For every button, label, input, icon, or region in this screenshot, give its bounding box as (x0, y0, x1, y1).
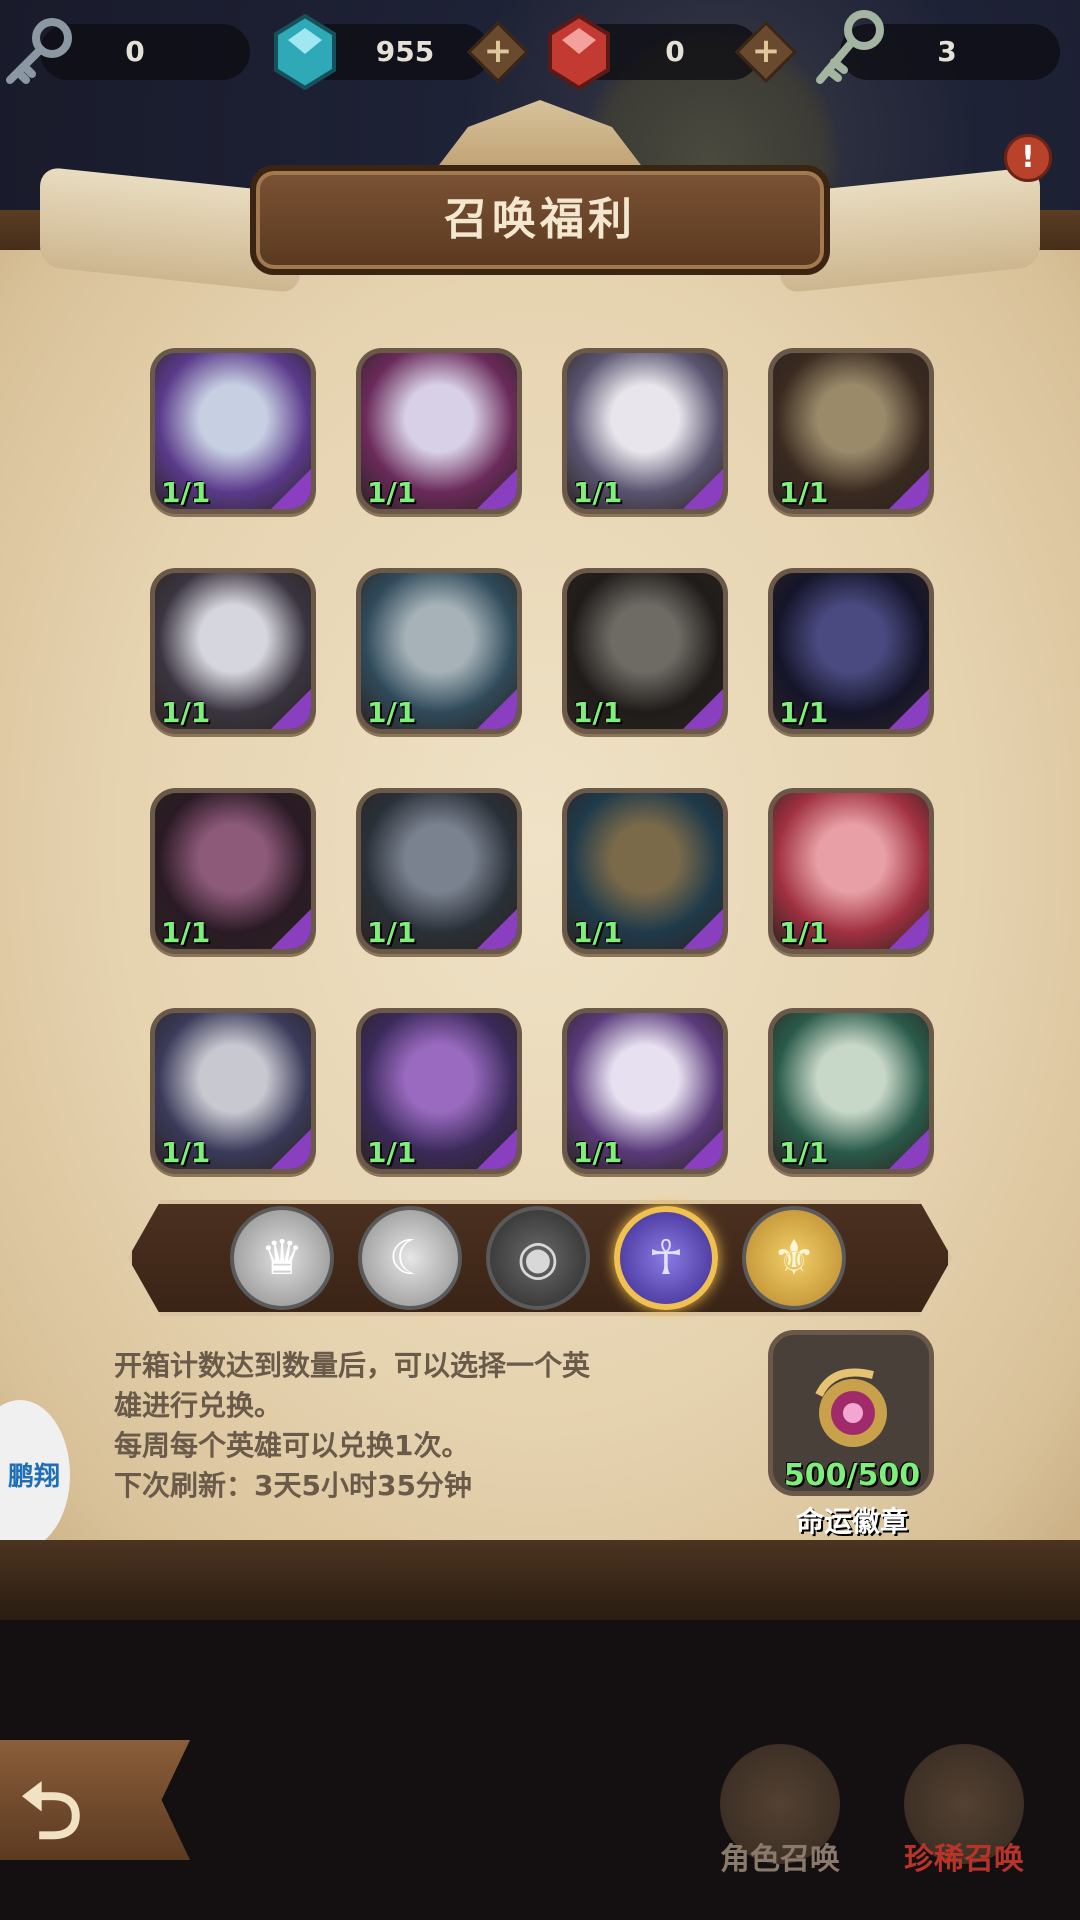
rarity-corner (683, 689, 723, 729)
character-summon-tab[interactable]: 角色召唤 (680, 1834, 880, 1878)
rarity-corner (889, 469, 929, 509)
hero-card[interactable]: 1/1 (768, 348, 934, 514)
ghost-flame-faction-icon[interactable]: ☥ (614, 1206, 718, 1310)
page-title: 召唤福利 (444, 194, 636, 245)
rarity-corner (477, 1129, 517, 1169)
hero-card[interactable]: 1/1 (562, 1008, 728, 1174)
hero-card[interactable]: 1/1 (150, 788, 316, 954)
hero-card[interactable]: 1/1 (150, 568, 316, 734)
back-button[interactable]: ⮌ (0, 1740, 190, 1860)
hero-exchange-count: 1/1 (367, 916, 417, 949)
fate-badge-label: 命运徽章 (795, 1505, 908, 1538)
crown-faction-icon[interactable]: ♛ (230, 1206, 334, 1310)
hero-exchange-count: 1/1 (367, 476, 417, 509)
eye-faction-icon[interactable]: ◉ (486, 1206, 590, 1310)
rarity-corner (889, 1129, 929, 1169)
hero-exchange-count: 1/1 (779, 1136, 829, 1169)
hero-exchange-count: 1/1 (161, 916, 211, 949)
hero-exchange-count: 1/1 (779, 476, 829, 509)
rarity-corner (477, 689, 517, 729)
blue-gem-count: 955 (375, 35, 435, 68)
ornate-key-icon (808, 6, 892, 100)
hero-exchange-count: 1/1 (367, 696, 417, 729)
rarity-corner (477, 469, 517, 509)
hero-card[interactable]: 1/1 (356, 348, 522, 514)
alert-icon[interactable]: ! (1004, 134, 1052, 182)
hero-card[interactable]: 1/1 (768, 568, 934, 734)
hero-exchange-count: 1/1 (367, 1136, 417, 1169)
rarity-corner (477, 909, 517, 949)
watermark-logo-text: 鹏翔 (8, 1462, 61, 1492)
rarity-corner (271, 1129, 311, 1169)
hero-card[interactable]: 1/1 (356, 788, 522, 954)
hero-exchange-count: 1/1 (161, 1136, 211, 1169)
hero-card[interactable]: 1/1 (150, 348, 316, 514)
hero-exchange-count: 1/1 (161, 696, 211, 729)
plus-icon: + (483, 31, 513, 71)
red-gem-icon (546, 13, 612, 94)
hero-card[interactable]: 1/1 (562, 348, 728, 514)
rarity-corner (271, 469, 311, 509)
ornate-key-count: 3 (937, 35, 957, 68)
hero-card[interactable]: 1/1 (150, 1008, 316, 1174)
fate-badge-count: 500/500 (783, 1458, 921, 1493)
rarity-corner (683, 909, 723, 949)
hero-card[interactable]: 1/1 (562, 568, 728, 734)
info-line-2: 雄进行兑换。 (114, 1389, 283, 1422)
info-line-3: 每周每个英雄可以兑换1次。 (114, 1429, 470, 1462)
rare-summon-tab[interactable]: 珍稀召唤 (864, 1834, 1064, 1878)
moon-faction-icon[interactable]: ☾ (358, 1206, 462, 1310)
hero-card[interactable]: 1/1 (356, 568, 522, 734)
rarity-corner (683, 469, 723, 509)
hero-card[interactable]: 1/1 (768, 788, 934, 954)
plus-icon: + (751, 31, 781, 71)
hero-card[interactable]: 1/1 (356, 1008, 522, 1174)
hero-exchange-count: 1/1 (779, 696, 829, 729)
blue-gem-icon (272, 13, 338, 94)
key-count: 0 (125, 35, 145, 68)
panel-bottom-frame (0, 1540, 1080, 1620)
rarity-corner (271, 909, 311, 949)
rarity-corner (683, 1129, 723, 1169)
rarity-corner (271, 689, 311, 729)
hero-card[interactable]: 1/1 (562, 788, 728, 954)
hero-exchange-count: 1/1 (573, 916, 623, 949)
key-icon (0, 12, 80, 96)
hero-exchange-count: 1/1 (573, 476, 623, 509)
angel-wings-faction-icon[interactable]: ⚜ (742, 1206, 846, 1310)
rarity-corner (889, 909, 929, 949)
hero-exchange-count: 1/1 (573, 696, 623, 729)
refresh-timer: 下次刷新：3天5小时35分钟 (114, 1469, 472, 1502)
hero-exchange-count: 1/1 (779, 916, 829, 949)
hero-exchange-count: 1/1 (161, 476, 211, 509)
hero-exchange-count: 1/1 (573, 1136, 623, 1169)
red-gem-count: 0 (665, 35, 685, 68)
info-line-1: 开箱计数达到数量后，可以选择一个英 (114, 1349, 591, 1382)
rarity-corner (889, 689, 929, 729)
hero-card[interactable]: 1/1 (768, 1008, 934, 1174)
